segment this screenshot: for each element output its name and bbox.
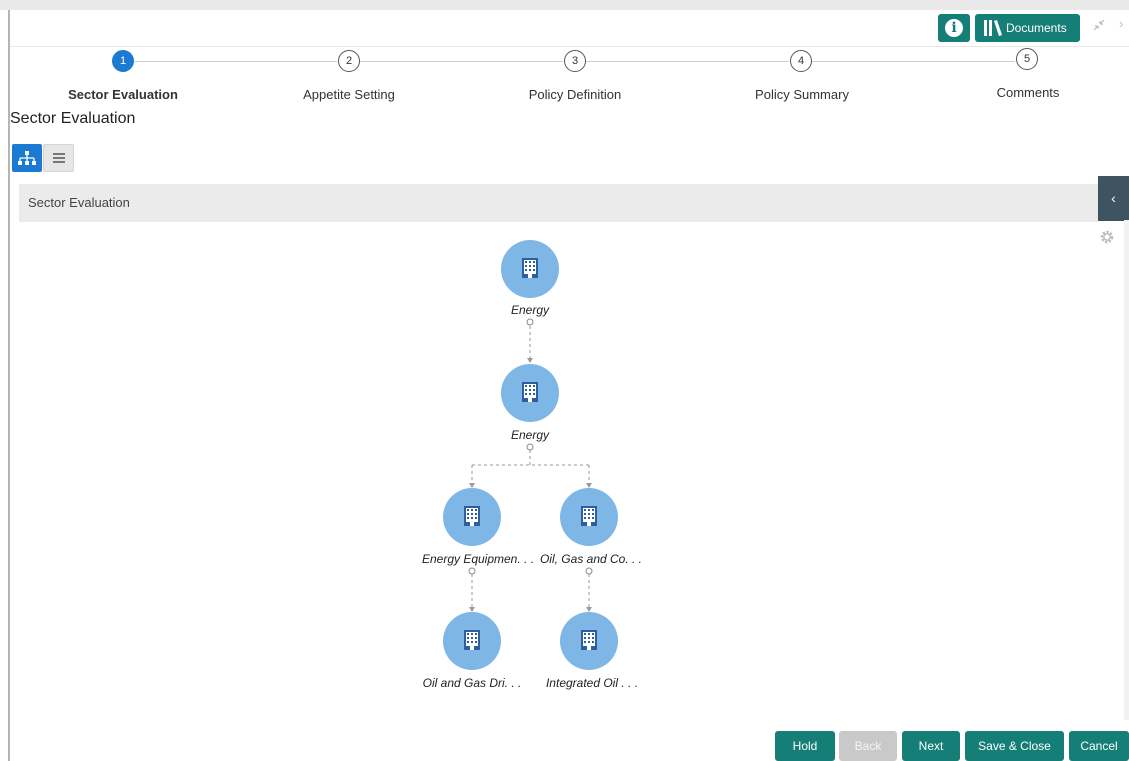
next-button[interactable]: Next — [902, 731, 960, 761]
tree-node[interactable] — [501, 364, 559, 422]
hold-button[interactable]: Hold — [775, 731, 835, 761]
tree-node-label[interactable]: Energy Equipmen. . . — [422, 552, 534, 566]
save-close-button[interactable]: Save & Close — [965, 731, 1064, 761]
tree-node[interactable] — [443, 488, 501, 546]
tree-node-label[interactable]: Energy — [511, 303, 549, 317]
building-icon — [522, 258, 538, 278]
building-icon — [522, 382, 538, 402]
building-icon — [581, 630, 597, 650]
building-icon — [581, 506, 597, 526]
tree-node[interactable] — [501, 240, 559, 298]
tree-node-label[interactable]: Oil and Gas Dri. . . — [423, 676, 522, 690]
building-icon — [464, 630, 480, 650]
tree-node-label[interactable]: Energy — [511, 428, 549, 442]
building-icon — [464, 506, 480, 526]
back-button[interactable]: Back — [839, 731, 897, 761]
tree-node[interactable] — [443, 612, 501, 670]
tree-node[interactable] — [560, 488, 618, 546]
tree-node-label[interactable]: Integrated Oil . . . — [546, 676, 638, 690]
tree-node[interactable] — [560, 612, 618, 670]
tree-node-label[interactable]: Oil, Gas and Co. . . — [540, 552, 642, 566]
cancel-button[interactable]: Cancel — [1069, 731, 1129, 761]
